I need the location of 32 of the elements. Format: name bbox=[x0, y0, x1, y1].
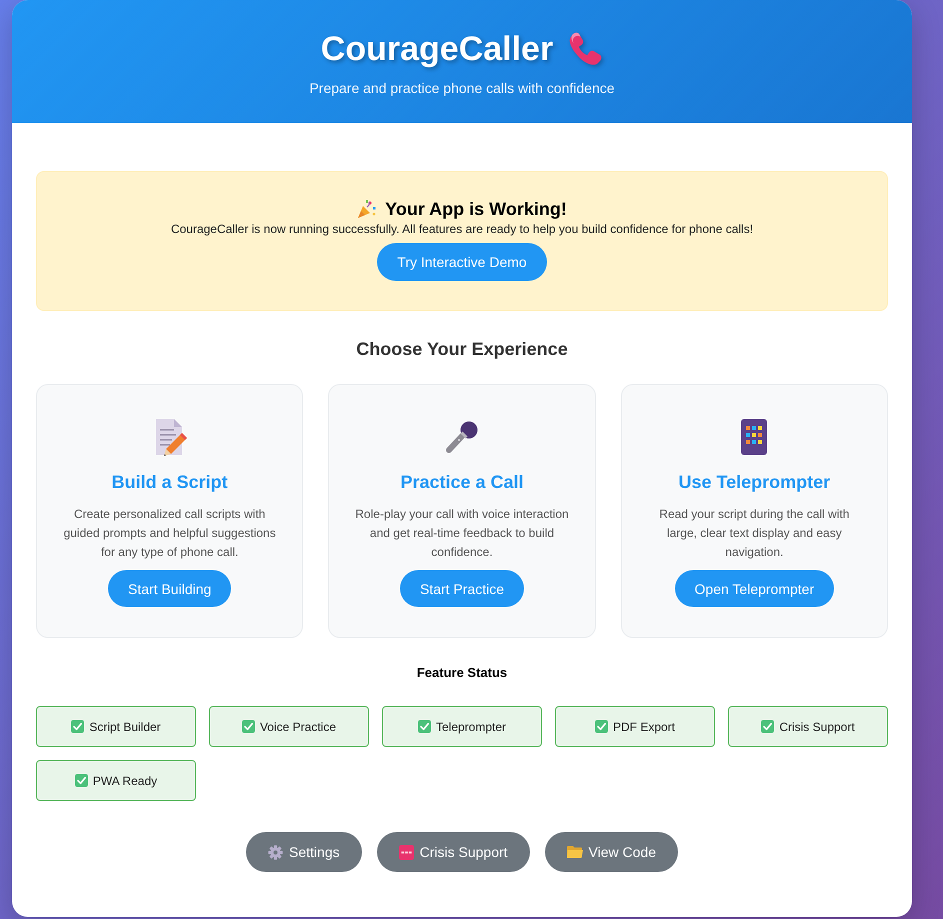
feature-label: Voice Practice bbox=[260, 720, 336, 734]
footer-button[interactable]: View Code bbox=[544, 832, 678, 872]
feature-label: PDF Export bbox=[612, 720, 675, 734]
section-heading: Choose Your Experience bbox=[355, 338, 569, 361]
footer-button[interactable]: Settings bbox=[246, 832, 362, 872]
feature-status-heading: Feature Status bbox=[416, 665, 508, 681]
card-title: Practice a Call bbox=[400, 471, 524, 494]
party-popper-icon bbox=[357, 199, 378, 219]
feature-label: Crisis Support bbox=[779, 720, 855, 734]
card-description: Role-play your call with voice interaction and get real-time feedback to build confidence. bbox=[354, 506, 570, 561]
card-action-button[interactable]: Start Practice bbox=[400, 570, 524, 607]
app-title: CourageCaller bbox=[320, 30, 554, 68]
app-subtitle: Prepare and practice phone calls with confidence bbox=[308, 79, 616, 98]
tablet-grid-icon bbox=[741, 419, 768, 455]
microphone-icon bbox=[444, 419, 480, 455]
feature-label: Script Builder bbox=[89, 720, 161, 734]
footer-button[interactable]: Crisis Support bbox=[376, 832, 530, 872]
feature-label: PWA Ready bbox=[92, 774, 158, 788]
card-description: Read your script during the call with large, clear text display and easy navigation. bbox=[658, 506, 850, 561]
card-action-button[interactable]: Start Building bbox=[108, 570, 232, 607]
card-description: Create personalized call scripts with guided prompts and helpful suggestions for any type of phone call. bbox=[62, 506, 277, 561]
demo-button[interactable]: Try Interactive Demo bbox=[377, 243, 547, 281]
banner-title: Your App is Working! bbox=[385, 198, 567, 221]
card-title: Build a Script bbox=[112, 471, 228, 494]
telephone-receiver-icon bbox=[567, 31, 604, 67]
banner-message: CourageCaller is now running successfully. All features are ready to help you build confidence for phone calls! bbox=[170, 221, 754, 237]
sos-icon bbox=[398, 844, 414, 860]
card-title: Use Teleprompter bbox=[678, 471, 830, 494]
settings-icon bbox=[268, 844, 284, 860]
feature-label: Teleprompter bbox=[436, 720, 506, 734]
card-action-button[interactable]: Open Teleprompter bbox=[674, 570, 834, 607]
folder-icon bbox=[566, 845, 583, 859]
